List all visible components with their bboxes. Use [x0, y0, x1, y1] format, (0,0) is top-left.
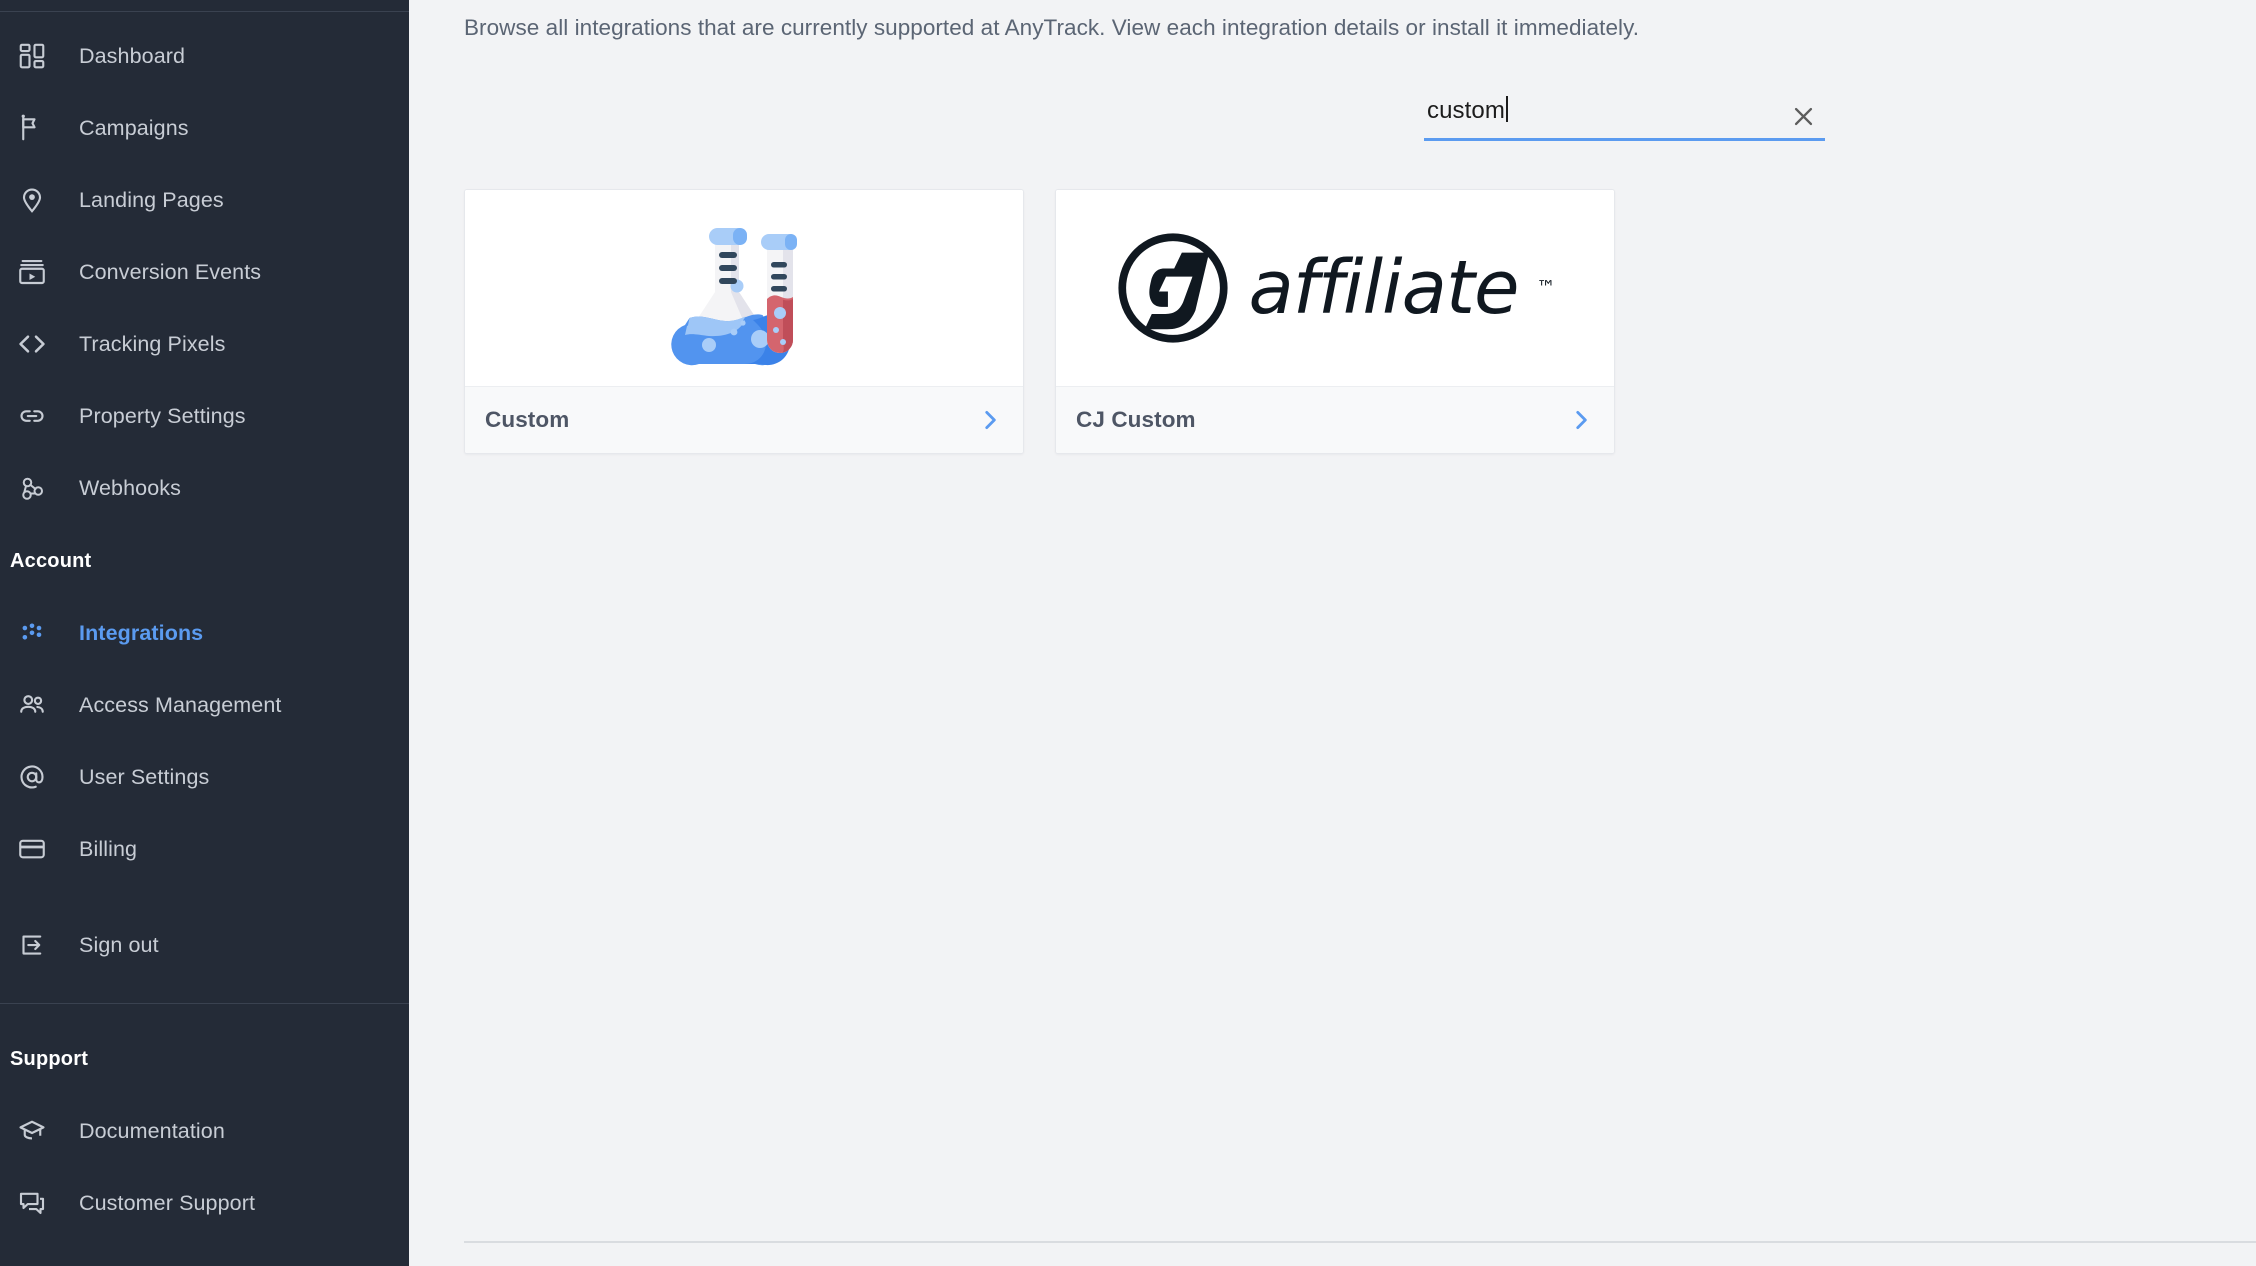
content-bottom-divider [464, 1241, 2256, 1243]
card-title: CJ Custom [1076, 407, 1196, 432]
lab-flask-test-tube-illustration [671, 228, 797, 366]
sidebar-item-conversion-events[interactable]: Conversion Events [0, 236, 409, 308]
sidebar-item-label: Property Settings [79, 403, 246, 428]
map-pin-icon [8, 180, 56, 220]
sidebar-item-label: User Settings [79, 764, 210, 789]
sidebar-item-tracking-pixels[interactable]: Tracking Pixels [0, 308, 409, 380]
credit-card-icon [8, 829, 56, 869]
webhook-icon [8, 468, 56, 508]
sidebar-item-campaigns[interactable]: Campaigns [0, 92, 409, 164]
card-media [465, 190, 1023, 386]
sidebar-item-label: Documentation [79, 1118, 225, 1143]
card-footer: CJ Custom [1056, 386, 1614, 453]
sidebar-item-label: Landing Pages [79, 187, 224, 212]
card-footer: Custom [465, 386, 1023, 453]
sidebar-item-user-settings[interactable]: User Settings [0, 741, 409, 813]
link-icon [8, 396, 56, 436]
sidebar-item-label: Integrations [79, 620, 204, 645]
sidebar-top-divider [0, 11, 409, 12]
cj-logo-wordmark: affiliate [1248, 245, 1519, 331]
dashboard-icon [8, 36, 56, 76]
sidebar-item-customer-support[interactable]: Customer Support [0, 1167, 409, 1239]
search-input-value: custom [1427, 97, 1505, 124]
code-brackets-icon [8, 324, 56, 364]
clear-search-button[interactable] [1785, 98, 1821, 134]
sidebar-item-label: Dashboard [79, 43, 186, 68]
sidebar-item-label: Campaigns [79, 115, 189, 140]
conversion-events-icon [8, 252, 56, 292]
sidebar-item-sign-out[interactable]: Sign out [0, 909, 409, 981]
app-root: Dashboard Campaigns Landing Pages Conver… [0, 0, 2256, 1266]
card-media: affiliate ™ [1056, 190, 1614, 386]
card-title: Custom [485, 407, 570, 432]
sidebar-item-landing-pages[interactable]: Landing Pages [0, 164, 409, 236]
sidebar-item-label: Billing [79, 836, 138, 861]
sidebar-item-webhooks[interactable]: Webhooks [0, 452, 409, 524]
close-x-icon [1794, 107, 1812, 125]
text-caret [1505, 96, 1508, 122]
sidebar-item-access-management[interactable]: Access Management [0, 669, 409, 741]
sidebar-item-label: Sign out [79, 932, 159, 957]
sidebar-item-integrations[interactable]: Integrations [0, 597, 409, 669]
sidebar-section-account: Account [10, 550, 92, 572]
sidebar-item-label: Access Management [79, 692, 282, 717]
main-content: Browse all integrations that are current… [409, 0, 2256, 1266]
sign-out-icon [8, 925, 56, 965]
sidebar-item-dashboard[interactable]: Dashboard [0, 20, 409, 92]
chat-bubbles-icon [8, 1183, 56, 1223]
sidebar-item-label: Conversion Events [79, 259, 262, 284]
integrations-dots-icon [8, 613, 56, 653]
sidebar: Dashboard Campaigns Landing Pages Conver… [0, 0, 409, 1266]
sidebar-item-documentation[interactable]: Documentation [0, 1095, 409, 1167]
search-input[interactable]: custom [1424, 96, 1825, 141]
sidebar-item-property-settings[interactable]: Property Settings [0, 380, 409, 452]
sidebar-item-label: Tracking Pixels [79, 331, 226, 356]
page-intro-text: Browse all integrations that are current… [464, 15, 1639, 40]
users-icon [8, 685, 56, 725]
at-sign-icon [8, 757, 56, 797]
sidebar-item-label: Webhooks [79, 475, 181, 500]
sidebar-section-support: Support [10, 1048, 89, 1070]
integration-card-custom[interactable]: Custom [464, 189, 1024, 454]
cj-logo-tm: ™ [1536, 277, 1556, 299]
sidebar-item-label: Customer Support [79, 1190, 256, 1215]
chevron-right-icon[interactable] [977, 407, 1003, 433]
graduation-cap-icon [8, 1111, 56, 1151]
sidebar-item-billing[interactable]: Billing [0, 813, 409, 885]
integration-card-grid: Custom affiliate ™ CJ Custom [464, 189, 1615, 454]
cj-affiliate-logo [1118, 233, 1229, 343]
flag-icon [8, 108, 56, 148]
integration-search: custom [1424, 96, 1825, 144]
chevron-right-icon[interactable] [1568, 407, 1594, 433]
integration-card-cj-custom[interactable]: affiliate ™ CJ Custom [1055, 189, 1615, 454]
